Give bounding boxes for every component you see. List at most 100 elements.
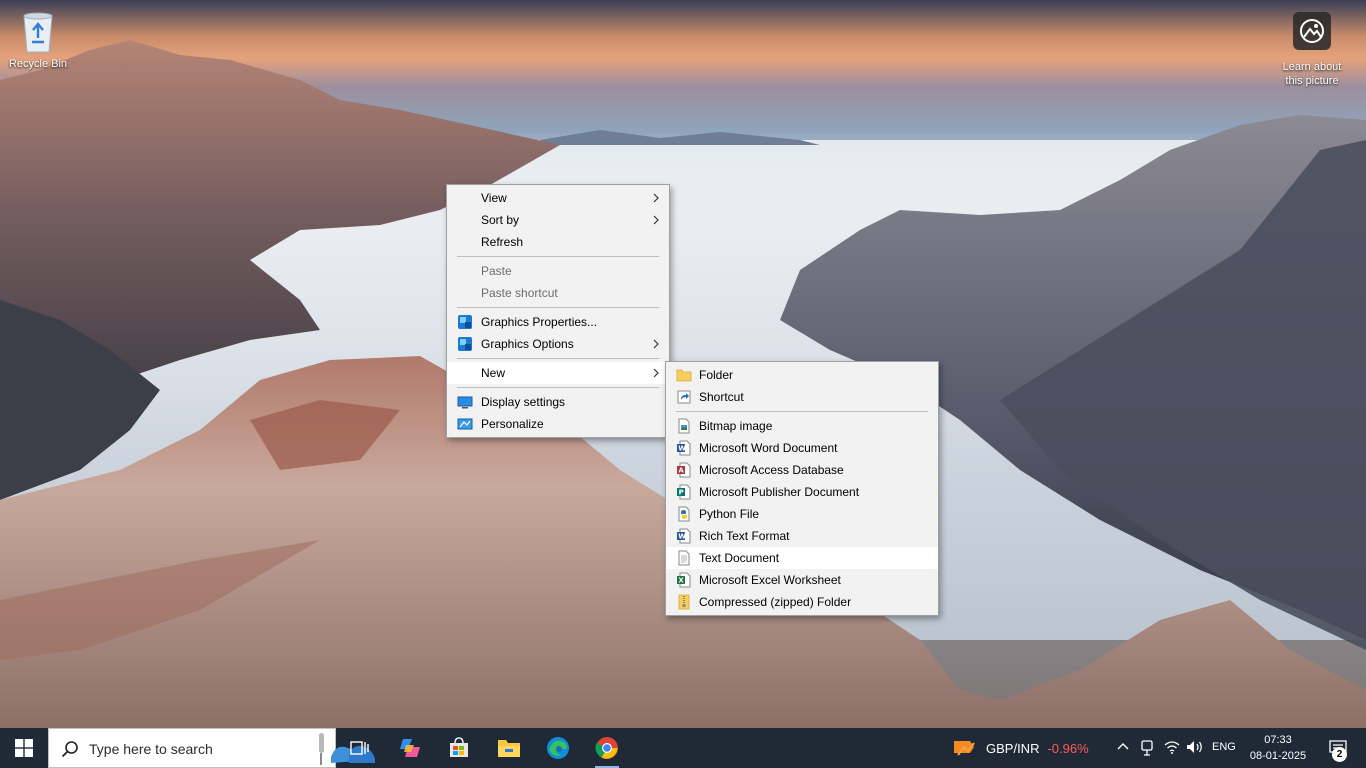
display-icon (457, 396, 473, 409)
menu-item-label: Rich Text Format (699, 529, 790, 543)
notification-badge: 2 (1332, 747, 1347, 762)
menu-separator (676, 411, 928, 412)
chevron-up-icon[interactable] (1116, 740, 1130, 754)
excel-icon: X (677, 572, 691, 588)
menu-item-personalize[interactable]: Personalize (447, 413, 669, 435)
windows-logo-icon (15, 739, 33, 757)
svg-text:A: A (678, 467, 684, 475)
new-item-access-database[interactable]: A Microsoft Access Database (666, 459, 938, 481)
new-item-compressed-folder[interactable]: Compressed (zipped) Folder (666, 591, 938, 613)
language-indicator[interactable]: ENG (1212, 741, 1236, 753)
task-view-button[interactable] (338, 728, 382, 768)
chevron-right-icon (653, 193, 659, 203)
learn-label-line2: this picture (1285, 75, 1339, 87)
file-explorer-button[interactable] (487, 728, 531, 768)
menu-item-label: Graphics Properties... (481, 315, 598, 329)
menu-item-label: View (481, 191, 507, 205)
learn-about-picture-shortcut[interactable]: Learn about this picture (1274, 12, 1350, 88)
personalize-icon (457, 418, 473, 430)
search-placeholder: Type here to search (89, 741, 213, 757)
python-icon (678, 506, 690, 522)
edge-icon (547, 737, 569, 759)
menu-item-display-settings[interactable]: Display settings (447, 391, 669, 413)
new-item-text-document[interactable]: Text Document (666, 547, 938, 569)
menu-item-view[interactable]: View (447, 187, 669, 209)
text-document-icon (678, 550, 690, 566)
taskbar: Type here to search GBP/INR -0.96% ENG 0… (0, 728, 1366, 768)
chevron-right-icon (653, 215, 659, 225)
menu-item-label: Paste shortcut (481, 286, 558, 300)
menu-item-label: Compressed (zipped) Folder (699, 595, 852, 609)
menu-item-label: Refresh (481, 235, 524, 249)
fx-pair-label: GBP/INR (986, 740, 1040, 756)
svg-text:P: P (679, 489, 684, 497)
graphics-icon (458, 337, 472, 351)
new-item-rich-text-format[interactable]: W Rich Text Format (666, 525, 938, 547)
menu-item-label: Shortcut (699, 390, 744, 404)
device-meet-icon[interactable] (1140, 740, 1154, 756)
menu-item-label: Bitmap image (699, 419, 773, 433)
access-icon: A (677, 462, 691, 478)
copilot-button[interactable] (388, 728, 432, 768)
menu-item-label: Display settings (481, 395, 566, 409)
clock[interactable]: 07:33 08-01-2025 (1246, 732, 1310, 764)
menu-item-label: Microsoft Word Document (699, 441, 838, 455)
new-item-shortcut[interactable]: Shortcut (666, 386, 938, 408)
publisher-icon: P (677, 484, 691, 500)
menu-item-label: Python File (699, 507, 760, 521)
recycle-bin-icon (23, 12, 53, 53)
clock-time: 07:33 (1264, 734, 1292, 746)
menu-item-paste-shortcut[interactable]: Paste shortcut (447, 282, 669, 304)
new-item-publisher-document[interactable]: P Microsoft Publisher Document (666, 481, 938, 503)
menu-item-label: Text Document (699, 551, 780, 565)
chrome-icon (595, 737, 618, 759)
menu-item-graphics-properties[interactable]: Graphics Properties... (447, 311, 669, 333)
menu-item-new[interactable]: New (447, 362, 669, 384)
volume-icon[interactable] (1186, 740, 1204, 754)
menu-item-label: Folder (699, 368, 734, 382)
menu-item-label: Microsoft Access Database (699, 463, 844, 477)
chevron-right-icon (653, 339, 659, 349)
new-item-python-file[interactable]: Python File (666, 503, 938, 525)
fx-widget[interactable]: GBP/INR -0.96% (952, 728, 1089, 768)
microsoft-store-button[interactable] (437, 728, 481, 768)
desktop-context-menu: View Sort by Refresh Paste Paste shortcu… (446, 184, 670, 438)
menu-separator (457, 256, 659, 257)
chrome-button[interactable] (585, 728, 629, 768)
word-icon: W (677, 440, 691, 456)
menu-item-label: Paste (481, 264, 512, 278)
search-icon (61, 741, 78, 758)
new-submenu: Folder Shortcut Bitmap image W Microsoft… (665, 361, 939, 616)
new-item-folder[interactable]: Folder (666, 364, 938, 386)
learn-label-line1: Learn about (1282, 61, 1342, 73)
menu-item-label: Microsoft Publisher Document (699, 485, 860, 499)
menu-item-label: Graphics Options (481, 337, 574, 351)
zip-folder-icon (678, 594, 690, 610)
svg-text:X: X (678, 577, 684, 585)
taskbar-search-box[interactable]: Type here to search (48, 728, 375, 768)
currency-trend-icon (954, 741, 975, 756)
clock-date: 08-01-2025 (1249, 750, 1307, 762)
chevron-right-icon (653, 368, 659, 378)
recycle-bin-label: Recycle Bin (8, 58, 68, 70)
menu-item-paste[interactable]: Paste (447, 260, 669, 282)
graphics-icon (458, 315, 472, 329)
menu-separator (457, 358, 659, 359)
bitmap-icon (678, 418, 690, 434)
menu-item-graphics-options[interactable]: Graphics Options (447, 333, 669, 355)
fx-change-value: -0.96% (1047, 740, 1089, 756)
rtf-icon: W (677, 528, 691, 544)
menu-item-sort-by[interactable]: Sort by (447, 209, 669, 231)
wifi-icon[interactable] (1164, 740, 1180, 754)
shortcut-icon (677, 390, 691, 404)
new-item-excel-worksheet[interactable]: X Microsoft Excel Worksheet (666, 569, 938, 591)
edge-button[interactable] (536, 728, 580, 768)
recycle-bin-shortcut[interactable]: Recycle Bin (0, 8, 76, 70)
start-button[interactable] (0, 728, 48, 768)
new-item-bitmap-image[interactable]: Bitmap image (666, 415, 938, 437)
menu-item-label: New (481, 366, 506, 380)
new-item-word-document[interactable]: W Microsoft Word Document (666, 437, 938, 459)
menu-separator (457, 387, 659, 388)
menu-item-refresh[interactable]: Refresh (447, 231, 669, 253)
menu-item-label: Personalize (481, 417, 544, 431)
